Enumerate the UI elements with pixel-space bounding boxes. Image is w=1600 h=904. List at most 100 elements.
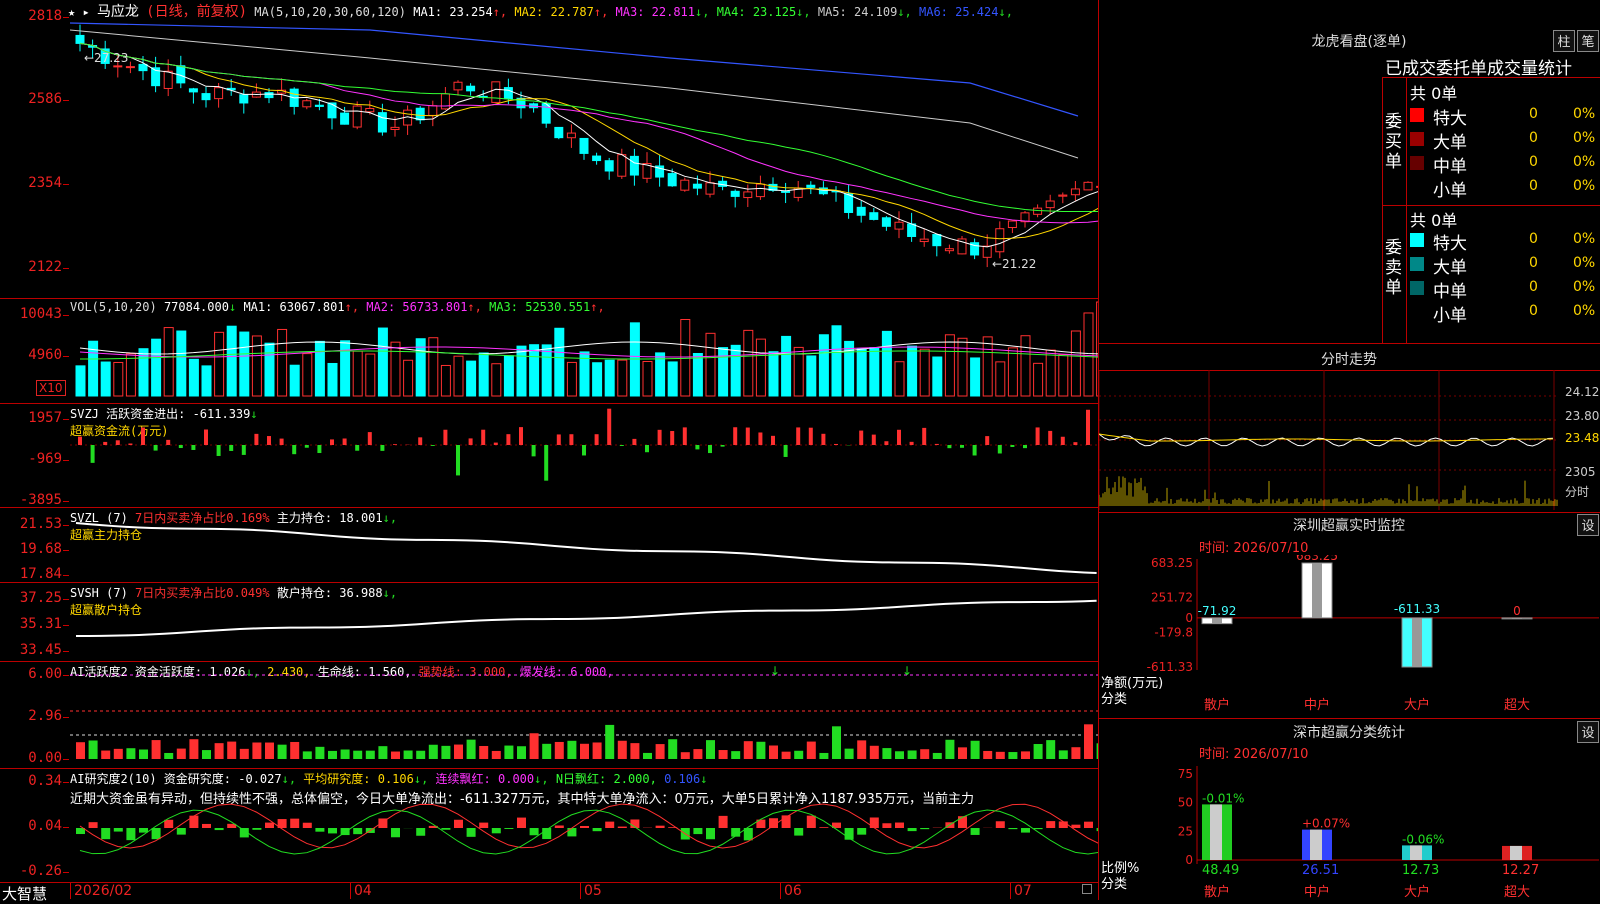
volume-bar bbox=[996, 362, 1005, 396]
volume-bar bbox=[857, 349, 866, 396]
activity-bar bbox=[278, 745, 287, 759]
flow-bar bbox=[620, 445, 624, 446]
activity-bar bbox=[479, 746, 488, 759]
sz-monitor-title: 深圳超赢实时监控 bbox=[1239, 515, 1459, 535]
flow-bar bbox=[1073, 442, 1077, 445]
sz-class-settings-button[interactable]: 设 bbox=[1577, 721, 1599, 743]
activity-bar bbox=[908, 750, 917, 759]
volume-bar bbox=[1059, 355, 1068, 396]
signal-arrow: ↓ bbox=[770, 664, 780, 678]
candle-body bbox=[215, 88, 223, 99]
class-axis-label: 75 bbox=[1178, 767, 1193, 781]
monitor-value: 0 bbox=[1513, 604, 1521, 618]
flow-bar bbox=[242, 445, 246, 455]
lock-icon[interactable] bbox=[1082, 884, 1092, 894]
candle-body bbox=[996, 229, 1004, 252]
svzl-axis-tick bbox=[63, 575, 69, 576]
lhb-tabs[interactable]: 已成交委托单成交量统计 bbox=[1385, 54, 1600, 79]
intraday-chart[interactable]: 24.1223.8023.482305分时 bbox=[1099, 370, 1600, 510]
star-icon[interactable]: ★ bbox=[68, 5, 75, 19]
candle-body bbox=[882, 218, 890, 227]
flow-bar bbox=[809, 428, 813, 445]
research-bar bbox=[656, 826, 665, 828]
date-tick bbox=[780, 883, 781, 899]
research-bar bbox=[441, 828, 450, 830]
flow-bar bbox=[166, 440, 170, 445]
candle-body bbox=[731, 191, 739, 196]
kline-chart[interactable]: ←27.23←21.22 bbox=[70, 18, 1098, 298]
ai-activity-chart[interactable]: ↓↓ bbox=[70, 663, 1098, 767]
volume-bar bbox=[164, 328, 173, 396]
ai-research-chart[interactable] bbox=[70, 770, 1098, 882]
brand-logo[interactable]: 大智慧 bbox=[2, 883, 47, 904]
ma-arrow-5: ↓, bbox=[897, 5, 911, 19]
research-bar bbox=[958, 816, 967, 828]
volume-chart[interactable] bbox=[70, 300, 1098, 400]
flow-bar bbox=[292, 445, 296, 454]
candle-body bbox=[618, 155, 626, 177]
bar-mode-button[interactable]: 柱 bbox=[1553, 30, 1575, 52]
activity-bar bbox=[353, 751, 362, 759]
sell-row-count: 0 bbox=[1529, 303, 1538, 319]
volume-bar bbox=[971, 358, 980, 396]
buy-row-pct: 0% bbox=[1573, 130, 1595, 146]
ai2-axis-label: -0.26 bbox=[0, 863, 62, 879]
sell-row-pct: 0% bbox=[1573, 279, 1595, 295]
svsh-axis-tick bbox=[63, 625, 69, 626]
activity-bar bbox=[391, 752, 400, 759]
main-holding-chart[interactable] bbox=[70, 509, 1098, 581]
monitor-axis-label: 0 bbox=[1185, 611, 1193, 625]
flow-bar bbox=[431, 445, 435, 446]
volume-bar bbox=[479, 353, 488, 396]
intraday-unit: 分时 bbox=[1565, 485, 1589, 499]
sell-row-swatch bbox=[1410, 305, 1424, 319]
sz-monitor-settings-button[interactable]: 设 bbox=[1577, 514, 1599, 536]
monitor-bar-shade bbox=[1212, 618, 1222, 624]
flow-bar bbox=[469, 438, 473, 445]
research-bar bbox=[706, 828, 715, 839]
buy-row-type: 大单 bbox=[1433, 128, 1467, 153]
retail-holding-chart[interactable] bbox=[70, 584, 1098, 660]
activity-bar bbox=[454, 745, 463, 759]
down-icon[interactable]: ▸ bbox=[82, 5, 89, 19]
flow-bar bbox=[1086, 410, 1090, 445]
volume-bar bbox=[731, 345, 740, 396]
research-bar bbox=[920, 828, 929, 829]
svzj-axis-label: -3895 bbox=[0, 492, 62, 508]
sz-monitor-chart[interactable]: 683.25251.720-179.8-611.33-71.92散户683.25… bbox=[1099, 555, 1600, 715]
flow-bar bbox=[821, 434, 825, 445]
flow-bar bbox=[758, 432, 762, 445]
sell-row-count: 0 bbox=[1529, 255, 1538, 271]
activity-bar bbox=[630, 743, 639, 759]
capital-flow-chart[interactable] bbox=[70, 405, 1098, 505]
research-bar bbox=[492, 828, 501, 833]
intraday-title: 分时走势 bbox=[1259, 349, 1439, 369]
activity-bar bbox=[996, 752, 1005, 759]
candle-body bbox=[164, 71, 172, 88]
class-ylabel: 比例% bbox=[1101, 861, 1139, 876]
flow-bar bbox=[1023, 445, 1027, 448]
flow-bar bbox=[443, 430, 447, 445]
flow-bar bbox=[683, 427, 687, 445]
volume-bar bbox=[265, 343, 274, 396]
svzl-axis-tick bbox=[63, 550, 69, 551]
activity-bar bbox=[341, 749, 350, 759]
activity-bar bbox=[819, 753, 828, 759]
buy-row-count: 0 bbox=[1529, 154, 1538, 170]
ai1-axis-label: 6.00 bbox=[0, 666, 62, 682]
tick-mode-button[interactable]: 笔 bbox=[1577, 30, 1599, 52]
activity-bar bbox=[1021, 751, 1030, 759]
sz-class-chart[interactable]: 7550250-0.01%48.49散户+0.07%26.51中户-0.06%1… bbox=[1099, 760, 1600, 900]
price-axis-label: 2586 bbox=[0, 91, 62, 107]
volume-bar bbox=[517, 346, 526, 396]
monitor-ylabel: 净额(万元) bbox=[1101, 676, 1163, 691]
chart-area[interactable]: ★ ▸ 马应龙 (日线，前复权) MA(5,10,20,30,60,120) M… bbox=[0, 0, 1099, 900]
volume-bar bbox=[290, 365, 299, 396]
activity-bar bbox=[618, 741, 627, 759]
research-bar bbox=[517, 818, 526, 828]
buy-row-count: 0 bbox=[1529, 178, 1538, 194]
activity-bar bbox=[681, 752, 690, 759]
candle-body bbox=[920, 239, 928, 241]
candle-body bbox=[807, 185, 815, 187]
flow-bar bbox=[796, 427, 800, 445]
